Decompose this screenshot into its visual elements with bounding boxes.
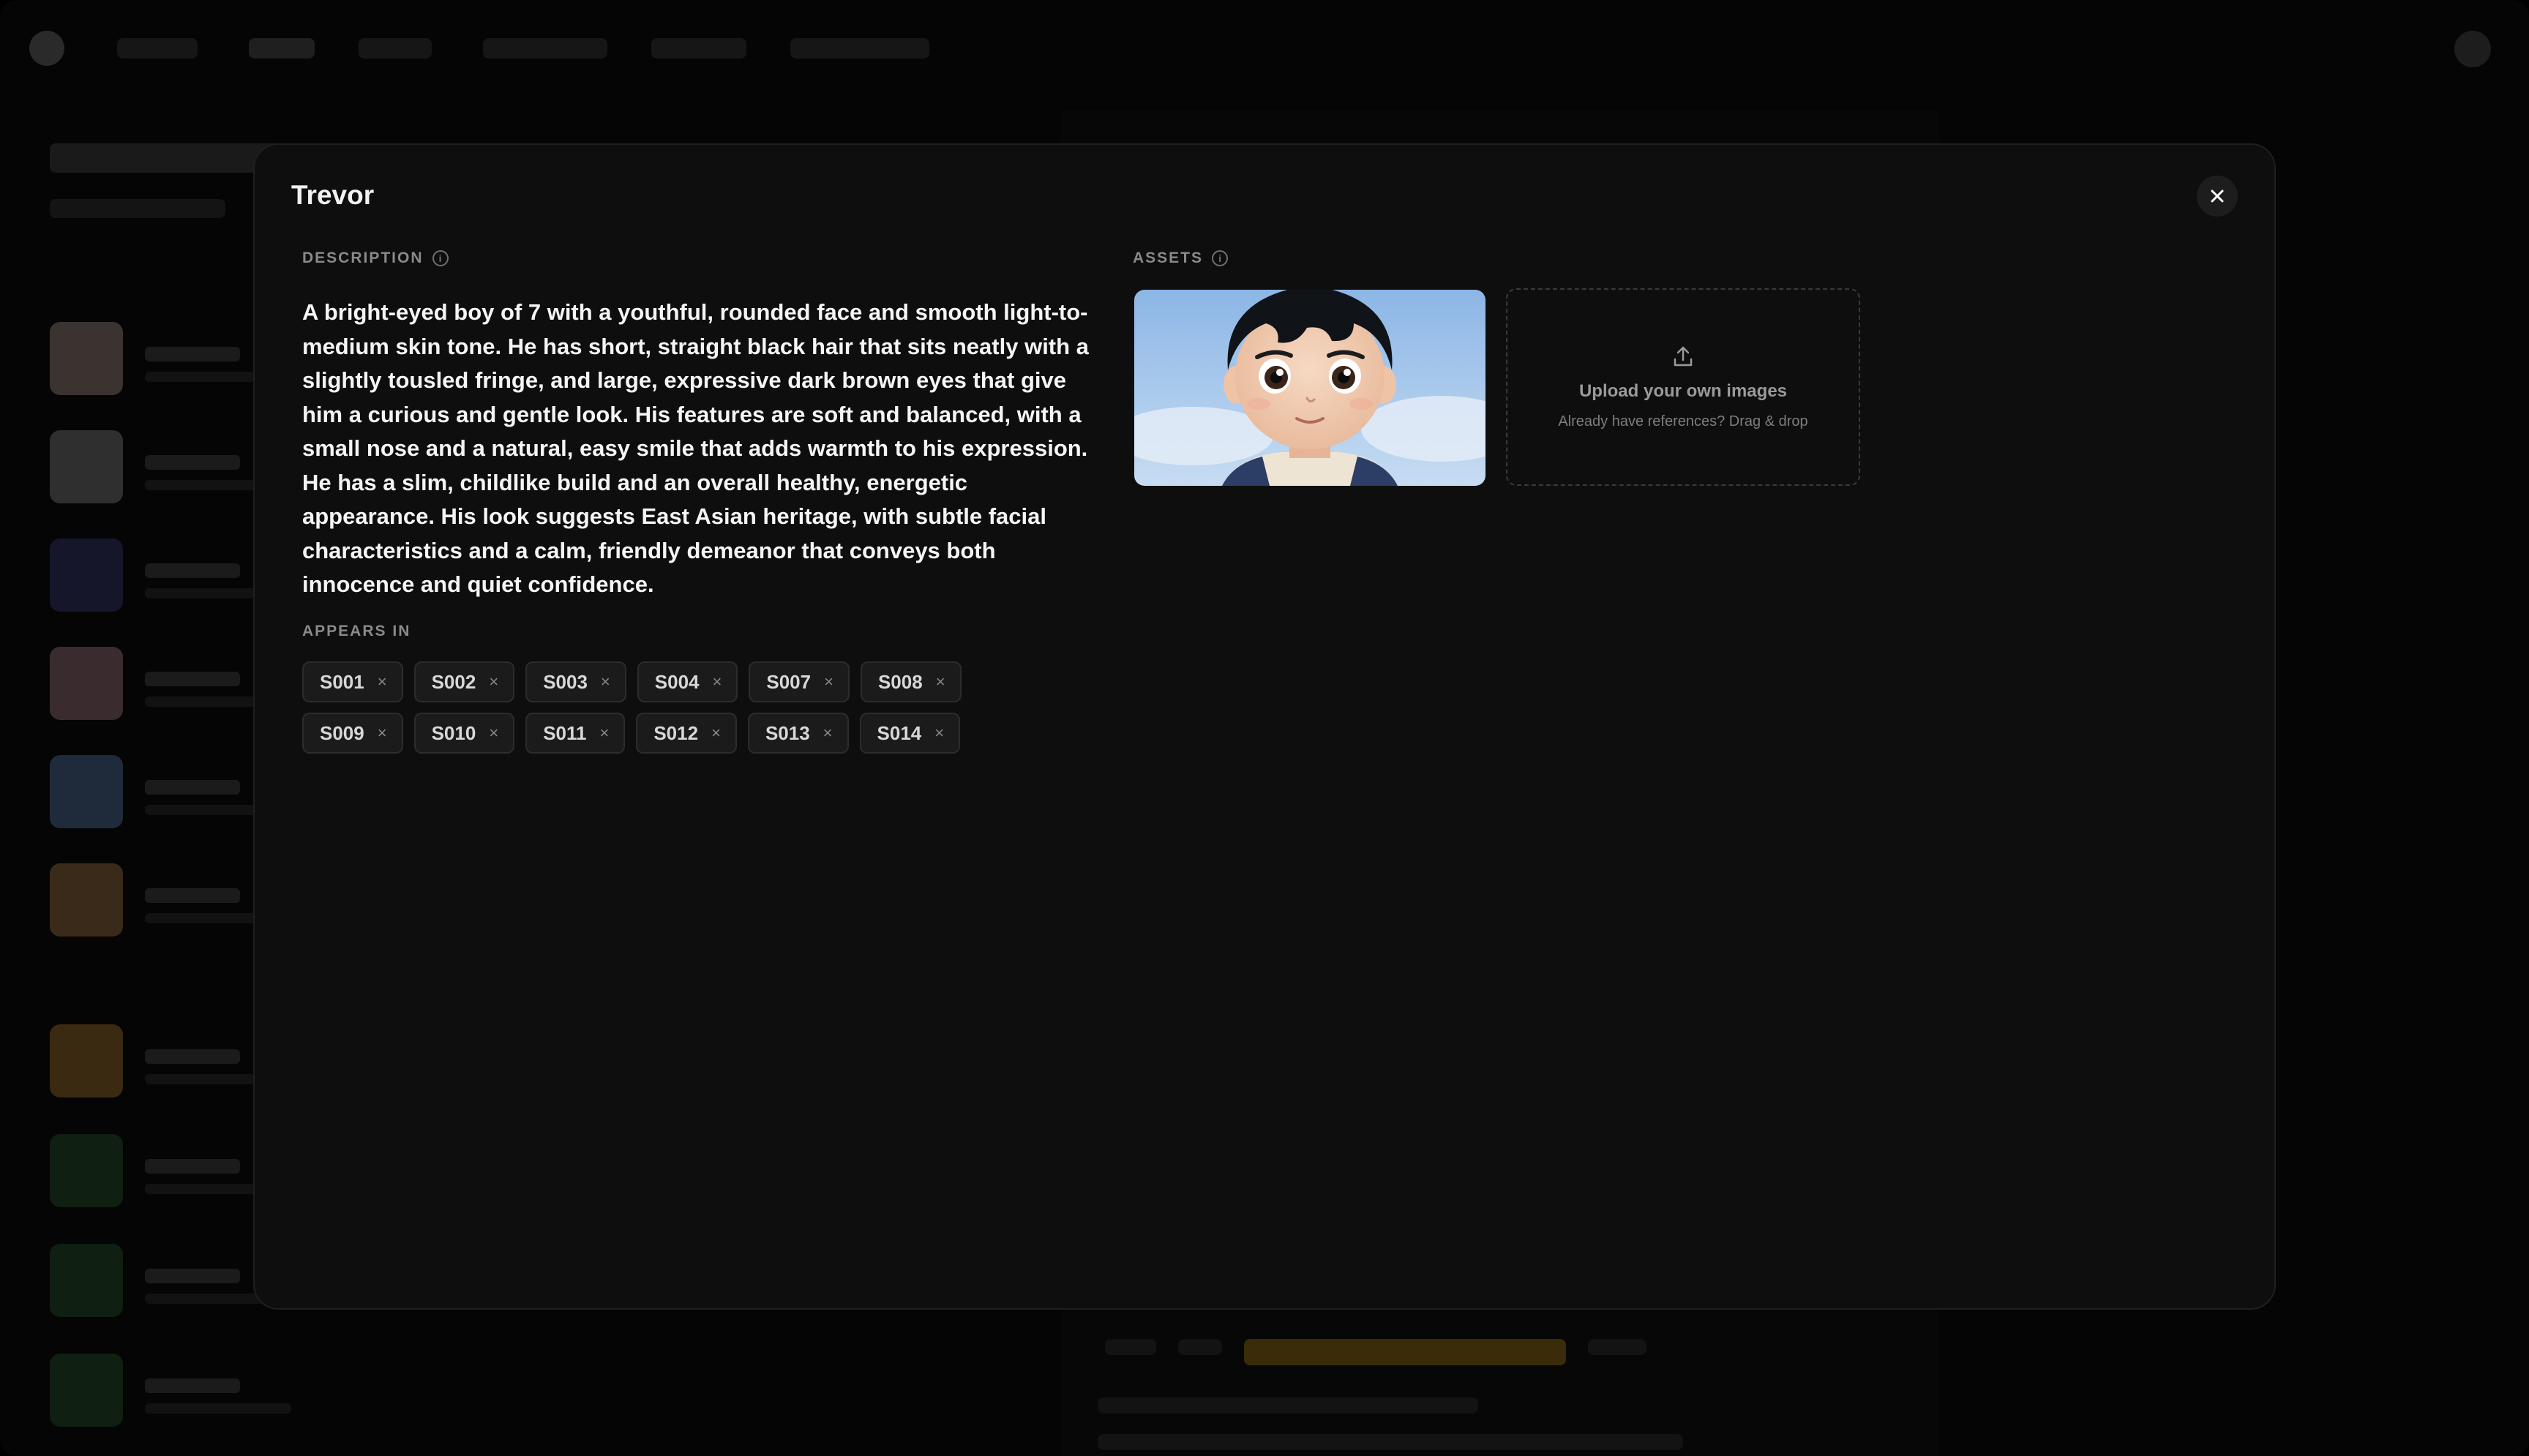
description-label-text: DESCRIPTION: [302, 249, 424, 266]
scene-tag[interactable]: S003 ×: [525, 661, 626, 702]
upload-subtitle: Already have references? Drag & drop: [1558, 413, 1808, 429]
scene-tag-row: S009 × S010 × S011 × S012 × S013 × S014 ×: [302, 713, 1034, 754]
content-line: [1105, 1339, 1156, 1355]
top-navigation: [0, 0, 2529, 95]
remove-tag-icon[interactable]: ×: [601, 674, 610, 690]
close-button[interactable]: [2197, 176, 2238, 217]
scene-tag-label: S011: [543, 721, 587, 744]
list-item: [50, 1354, 460, 1434]
user-avatar: [2454, 31, 2491, 67]
scene-tag-label: S008: [877, 670, 923, 693]
remove-tag-icon[interactable]: ×: [378, 725, 387, 741]
scene-tag[interactable]: S004 ×: [637, 661, 738, 702]
scene-tag-label: S007: [766, 670, 812, 693]
upload-title: Upload your own images: [1578, 380, 1788, 401]
scene-tag[interactable]: S012 ×: [636, 713, 737, 754]
remove-tag-icon[interactable]: ×: [599, 725, 609, 741]
nav-item: [651, 38, 746, 59]
content-line: [1098, 1434, 1683, 1450]
scene-tag-row: S001 × S002 × S003 × S004 × S007 × S008 ×: [302, 661, 1034, 702]
close-icon: [2211, 189, 2224, 203]
character-portrait-image[interactable]: [1134, 290, 1485, 486]
content-line: [1098, 1397, 1478, 1414]
nav-item: [359, 38, 432, 59]
info-icon[interactable]: i: [1212, 250, 1229, 266]
remove-tag-icon[interactable]: ×: [489, 674, 498, 690]
scene-tags: S001 × S002 × S003 × S004 × S007 × S008 × S009 × S010…: [302, 661, 1034, 764]
description-label: DESCRIPTION i: [302, 249, 449, 267]
remove-tag-icon[interactable]: ×: [936, 674, 945, 690]
remove-tag-icon[interactable]: ×: [489, 725, 498, 741]
remove-tag-icon[interactable]: ×: [711, 725, 721, 741]
remove-tag-icon[interactable]: ×: [378, 674, 387, 690]
scene-tag[interactable]: S014 ×: [859, 713, 961, 754]
assets-label-text: ASSETS: [1133, 249, 1204, 266]
nav-item: [249, 38, 315, 59]
scene-tag-label: S010: [431, 721, 476, 744]
sidebar-subheading: [50, 199, 225, 218]
scene-tag[interactable]: S010 ×: [413, 713, 515, 754]
remove-tag-icon[interactable]: ×: [823, 725, 833, 741]
scene-tag-label: S013: [765, 721, 810, 744]
scene-tag-label: S014: [877, 721, 922, 744]
info-icon[interactable]: i: [432, 250, 449, 266]
scene-tag[interactable]: S011 ×: [525, 713, 626, 754]
remove-tag-icon[interactable]: ×: [713, 674, 722, 690]
nav-item: [483, 38, 607, 59]
content-line: [1588, 1339, 1646, 1355]
sidebar-heading: [50, 143, 284, 173]
scene-tag-label: S004: [654, 670, 700, 693]
scene-tag-label: S009: [320, 721, 364, 744]
character-description: A bright-eyed boy of 7 with a youthful, …: [302, 299, 1089, 597]
highlight-bar: [1244, 1339, 1566, 1365]
portrait-illustration: [1134, 290, 1485, 486]
scene-tag-label: S012: [653, 721, 699, 744]
scene-tag[interactable]: S002 ×: [413, 661, 515, 702]
upload-icon: [1674, 346, 1693, 366]
scene-tag[interactable]: S008 ×: [860, 661, 962, 702]
scene-tag-label: S001: [320, 670, 364, 693]
upload-dropzone[interactable]: Upload your own images Already have refe…: [1506, 288, 1860, 486]
nav-item: [117, 38, 198, 59]
scene-tag-label: S003: [543, 670, 588, 693]
appears-in-label-text: APPEARS IN: [302, 623, 411, 639]
remove-tag-icon[interactable]: ×: [824, 674, 833, 690]
modal-title: Trevor: [291, 180, 375, 210]
scene-tag[interactable]: S009 ×: [302, 713, 403, 754]
assets-label: ASSETS i: [1133, 249, 1229, 267]
nav-item: [790, 38, 929, 59]
character-modal: Trevor DESCRIPTION i A bright-eyed boy o…: [253, 143, 2276, 1310]
app-logo: [29, 31, 64, 66]
scene-tag[interactable]: S013 ×: [747, 713, 849, 754]
scene-tag[interactable]: S001 ×: [302, 661, 403, 702]
remove-tag-icon[interactable]: ×: [934, 725, 944, 741]
content-line: [1178, 1339, 1222, 1355]
appears-in-label: APPEARS IN: [302, 623, 411, 640]
scene-tag-label: S002: [431, 670, 476, 693]
scene-tag[interactable]: S007 ×: [749, 661, 850, 702]
